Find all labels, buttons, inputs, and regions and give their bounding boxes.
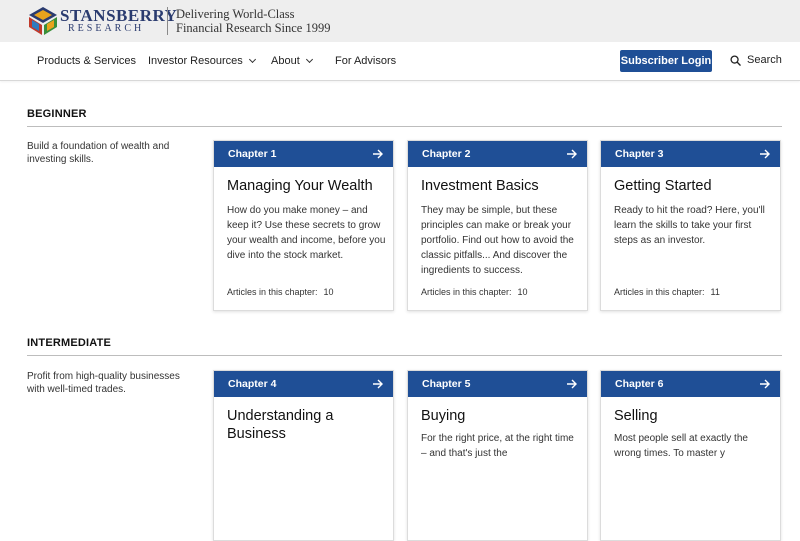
- chapter-description: They may be simple, but these principles…: [421, 205, 574, 276]
- tagline-line-2: Financial Research Since 1999: [176, 21, 331, 35]
- article-count-value: 11: [710, 287, 720, 297]
- chapter-title[interactable]: Investment Basics: [421, 177, 581, 195]
- brand-bar: STANSBERRY RESEARCH Delivering World-Cla…: [0, 0, 800, 42]
- chapter-title[interactable]: Buying: [421, 407, 581, 425]
- article-count-value: 10: [517, 287, 528, 297]
- chapter-description: Ready to hit the road? Here, you'll lear…: [614, 205, 765, 246]
- chapter-card-header[interactable]: Chapter 5: [408, 371, 587, 397]
- chapter-label: Chapter 3: [615, 148, 664, 160]
- chapter-title[interactable]: Getting Started: [614, 177, 774, 195]
- nav-investor-resources-label: Investor Resources: [148, 55, 243, 67]
- nav-for-advisors-label: For Advisors: [335, 55, 397, 67]
- chapter-card-5[interactable]: Chapter 5 Buying For the right price, at…: [407, 370, 588, 541]
- chapter-title[interactable]: Managing Your Wealth: [227, 177, 387, 195]
- subscriber-login-button[interactable]: Subscriber Login: [620, 50, 712, 72]
- chapter-label: Chapter 5: [422, 378, 471, 390]
- chapter-description: For the right price, at the right time –…: [421, 433, 574, 459]
- chapter-card-header[interactable]: Chapter 4: [214, 371, 393, 397]
- main-nav: Products & Services Investor Resources A…: [0, 42, 800, 81]
- chapter-card-3[interactable]: Chapter 3 Getting Started Ready to hit t…: [600, 140, 781, 311]
- chapter-card-2[interactable]: Chapter 2 Investment Basics They may be …: [407, 140, 588, 311]
- chapter-card-4[interactable]: Chapter 4 Understanding a Business: [213, 370, 394, 541]
- chapter-card-header[interactable]: Chapter 3: [601, 141, 780, 167]
- nav-products-services[interactable]: Products & Services: [37, 55, 136, 67]
- section-description-beginner: Build a foundation of wealth and investi…: [27, 141, 170, 165]
- arrow-right-icon: [373, 379, 383, 389]
- chevron-down-icon: [248, 55, 256, 64]
- chapter-label: Chapter 2: [422, 148, 471, 160]
- arrow-right-icon: [373, 149, 383, 159]
- chapter-label: Chapter 1: [228, 148, 277, 160]
- arrow-right-icon: [760, 379, 770, 389]
- chapter-title[interactable]: Understanding a Business: [227, 407, 387, 443]
- nav-for-advisors[interactable]: For Advisors: [335, 55, 396, 67]
- brand-divider: [167, 7, 168, 35]
- chapter-card-header[interactable]: Chapter 6: [601, 371, 780, 397]
- chapter-label: Chapter 6: [615, 378, 664, 390]
- stansberry-logo-icon[interactable]: [28, 6, 58, 36]
- chapter-card-header[interactable]: Chapter 1: [214, 141, 393, 167]
- article-count-label: Articles in this chapter:: [421, 287, 512, 297]
- chapter-description: Most people sell at exactly the wrong ti…: [614, 433, 748, 459]
- search-button[interactable]: Search: [730, 54, 782, 66]
- article-count: Articles in this chapter: 10: [421, 287, 528, 297]
- arrow-right-icon: [567, 379, 577, 389]
- section-description-intermediate: Profit from high-quality businesses with…: [27, 371, 180, 395]
- chapter-label: Chapter 4: [228, 378, 277, 390]
- nav-about-label: About: [271, 55, 300, 67]
- article-count-value: 10: [323, 287, 334, 297]
- chapter-description: How do you make money – and keep it? Use…: [227, 205, 386, 261]
- section-title-beginner: BEGINNER: [27, 108, 87, 120]
- article-count-label: Articles in this chapter:: [614, 287, 705, 297]
- nav-about[interactable]: About: [271, 55, 313, 67]
- brand-tagline: Delivering World-Class Financial Researc…: [176, 7, 330, 35]
- brand-subtitle: RESEARCH: [68, 23, 145, 34]
- tagline-line-1: Delivering World-Class: [176, 7, 295, 21]
- search-icon: [730, 54, 741, 66]
- article-count: Articles in this chapter: 10: [227, 287, 334, 297]
- chapter-card-header[interactable]: Chapter 2: [408, 141, 587, 167]
- chapter-card-6[interactable]: Chapter 6 Selling Most people sell at ex…: [600, 370, 781, 541]
- chevron-down-icon: [305, 55, 313, 64]
- section-divider: [27, 126, 782, 127]
- article-count-label: Articles in this chapter:: [227, 287, 318, 297]
- chapter-card-1[interactable]: Chapter 1 Managing Your Wealth How do yo…: [213, 140, 394, 311]
- search-label: Search: [747, 54, 782, 66]
- article-count: Articles in this chapter: 11: [614, 287, 720, 297]
- nav-investor-resources[interactable]: Investor Resources: [148, 55, 256, 67]
- section-title-intermediate: INTERMEDIATE: [27, 337, 112, 349]
- chapter-title[interactable]: Selling: [614, 407, 774, 425]
- section-divider: [27, 355, 782, 356]
- arrow-right-icon: [567, 149, 577, 159]
- arrow-right-icon: [760, 149, 770, 159]
- nav-products-services-label: Products & Services: [37, 55, 137, 67]
